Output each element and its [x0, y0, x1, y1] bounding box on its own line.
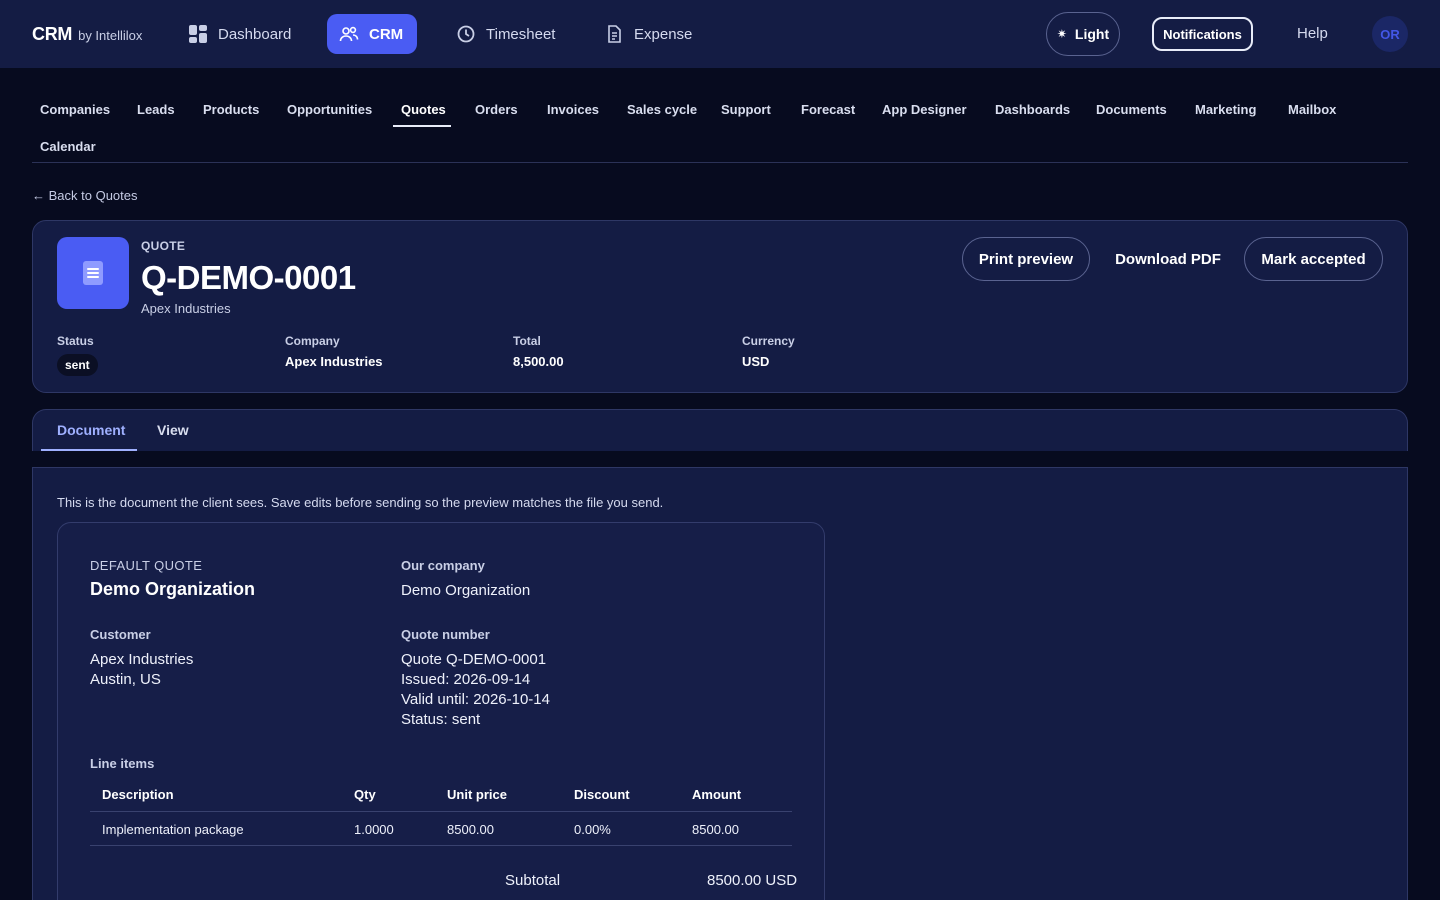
subtotal-label: Subtotal [505, 872, 561, 889]
issued-date-line: Issued: 2026-09-14 [401, 671, 531, 688]
users-icon [339, 26, 359, 42]
company-value: Apex Industries [285, 354, 383, 369]
quote-number-label: Quote number [401, 627, 490, 642]
subnav-invoices[interactable]: Invoices [547, 102, 599, 117]
quote-header-card: QUOTE Q-DEMO-0001 Apex Industries Print … [32, 220, 1408, 393]
mark-accepted-button[interactable]: Mark accepted [1244, 237, 1383, 281]
subnav-quotes[interactable]: Quotes [401, 102, 446, 117]
subnav-divider [32, 162, 1408, 163]
theme-toggle-button[interactable]: ✷ Light [1046, 12, 1120, 56]
help-link[interactable]: Help [1297, 25, 1328, 42]
quote-tabs: Document View [32, 409, 1408, 451]
customer-name: Apex Industries [90, 651, 194, 668]
document-icon [608, 25, 621, 43]
clock-icon [457, 25, 475, 43]
subnav-marketing[interactable]: Marketing [1195, 102, 1256, 117]
quote-company-subtitle: Apex Industries [141, 301, 231, 316]
record-type-label: QUOTE [141, 239, 186, 253]
column-header-amount: Amount [692, 787, 742, 802]
nav-expense[interactable]: Expense [592, 14, 704, 54]
document-help-text: This is the document the client sees. Sa… [57, 495, 664, 510]
page-title: Q-DEMO-0001 [141, 259, 356, 296]
subnav-app-designer[interactable]: App Designer [882, 102, 967, 117]
subnav-mailbox[interactable]: Mailbox [1288, 102, 1336, 117]
table-row-divider [90, 845, 792, 846]
subnav-dashboards[interactable]: Dashboards [995, 102, 1070, 117]
tab-view[interactable]: View [157, 422, 189, 438]
cell-discount: 0.00% [574, 822, 611, 837]
status-label: Status [57, 334, 94, 348]
tab-active-indicator [41, 449, 137, 451]
nav-timesheet[interactable]: Timesheet [444, 14, 567, 54]
nav-timesheet-label: Timesheet [486, 25, 556, 43]
quote-document-preview: DEFAULT QUOTE Demo Organization Our comp… [57, 522, 825, 900]
back-to-quotes-link[interactable]: ← Back to Quotes [32, 188, 138, 203]
quote-number-line: Quote Q-DEMO-0001 [401, 651, 547, 668]
subnav-sales-cycle[interactable]: Sales cycle [627, 102, 697, 117]
valid-until-line: Valid until: 2026-10-14 [401, 691, 550, 708]
brand-byline: by Intellilox [78, 28, 143, 43]
total-value: 8,500.00 [513, 354, 564, 369]
tab-document[interactable]: Document [57, 422, 125, 438]
subtotal-value: 8500.00 USD [707, 872, 798, 889]
company-label: Company [285, 334, 340, 348]
notifications-button[interactable]: Notifications [1152, 17, 1253, 51]
customer-label: Customer [90, 627, 151, 642]
column-header-unit-price: Unit price [447, 787, 507, 802]
subnav-active-indicator [393, 125, 451, 127]
status-badge-text: sent [65, 358, 90, 372]
cell-amount: 8500.00 [692, 822, 739, 837]
customer-location: Austin, US [90, 671, 161, 688]
line-items-label: Line items [90, 756, 155, 771]
subnav-orders[interactable]: Orders [475, 102, 518, 117]
notifications-label: Notifications [1163, 26, 1242, 42]
brand-name: CRM [32, 24, 73, 44]
print-preview-button[interactable]: Print preview [962, 237, 1090, 281]
document-panel: This is the document the client sees. Sa… [32, 467, 1408, 900]
template-label: DEFAULT QUOTE [90, 558, 203, 573]
subnav-documents[interactable]: Documents [1096, 102, 1167, 117]
sun-icon: ✷ [1056, 27, 1067, 41]
cell-unit-price: 8500.00 [447, 822, 494, 837]
total-label: Total [513, 334, 541, 348]
currency-value: USD [742, 354, 770, 369]
download-pdf-button[interactable]: Download PDF [1104, 237, 1232, 281]
dashboard-grid-icon [189, 25, 207, 43]
quote-document-icon [57, 237, 129, 309]
subnav-products[interactable]: Products [203, 102, 259, 117]
subnav-companies[interactable]: Companies [40, 102, 110, 117]
subnav-opportunities[interactable]: Opportunities [287, 102, 372, 117]
table-header-divider [90, 811, 792, 812]
our-company-label: Our company [401, 558, 485, 573]
nav-dashboard-label: Dashboard [218, 25, 292, 43]
subnav-calendar[interactable]: Calendar [40, 139, 96, 154]
user-avatar[interactable]: OR [1372, 16, 1408, 52]
brand-logo[interactable]: CRM by Intellilox [32, 24, 142, 45]
organization-name: Demo Organization [90, 579, 256, 599]
nav-dashboard[interactable]: Dashboard [176, 14, 303, 54]
currency-label: Currency [742, 334, 795, 348]
top-bar: CRM by Intellilox Dashboard CRM Timeshee… [0, 0, 1440, 68]
nav-crm-label: CRM [369, 25, 404, 43]
status-badge: sent [57, 354, 98, 376]
avatar-initials: OR [1380, 26, 1400, 42]
column-header-description: Description [102, 787, 174, 802]
status-line: Status: sent [401, 711, 481, 728]
column-header-discount: Discount [574, 787, 630, 802]
cell-qty: 1.0000 [354, 822, 394, 837]
our-company-value: Demo Organization [401, 582, 531, 599]
column-header-qty: Qty [354, 787, 376, 802]
subnav-forecast[interactable]: Forecast [801, 102, 855, 117]
theme-toggle-label: Light [1074, 26, 1110, 42]
subnav-leads[interactable]: Leads [137, 102, 175, 117]
subnav-support[interactable]: Support [721, 102, 771, 117]
nav-expense-label: Expense [634, 25, 693, 43]
nav-crm[interactable]: CRM [327, 14, 417, 54]
cell-description: Implementation package [102, 822, 244, 837]
